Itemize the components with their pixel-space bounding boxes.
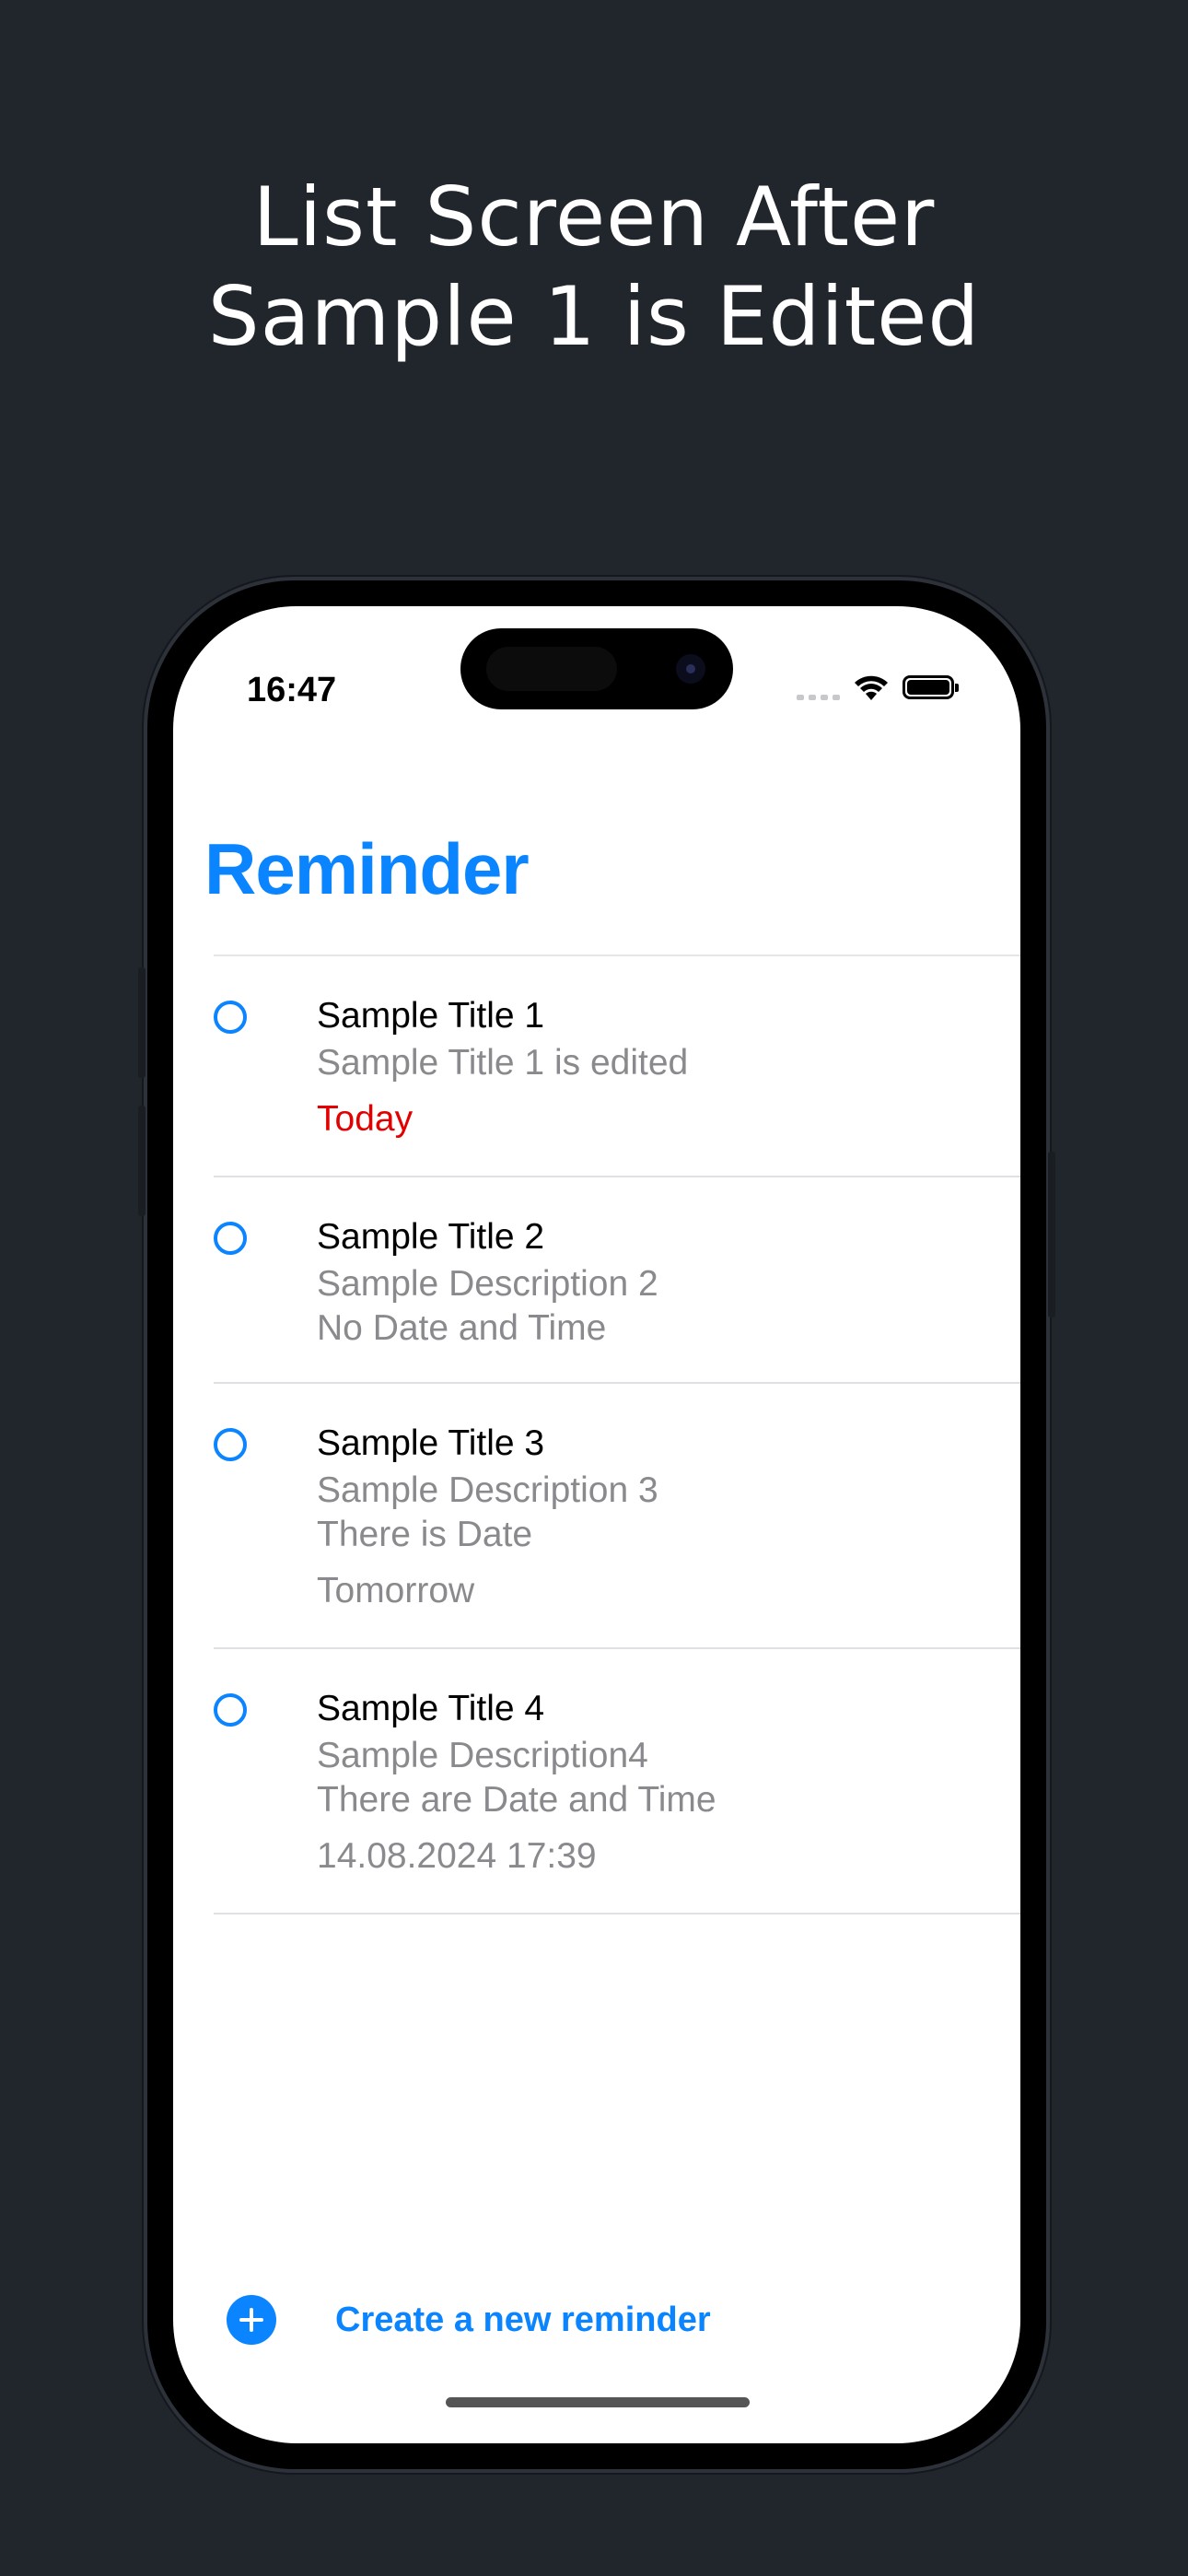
- reminder-row[interactable]: Sample Title 1 Sample Title 1 is edited …: [214, 956, 1020, 1177]
- status-time: 16:47: [247, 671, 337, 709]
- headline-line-1: List Screen After: [252, 170, 936, 264]
- reminder-row[interactable]: Sample Title 2 Sample Description 2 No D…: [214, 1177, 1020, 1384]
- complete-circle-icon[interactable]: [214, 1428, 247, 1461]
- reminder-title: Sample Title 1: [317, 996, 545, 1036]
- reminder-description: Sample Description4: [317, 1736, 648, 1775]
- battery-icon: [903, 675, 959, 699]
- complete-circle-icon[interactable]: [214, 1693, 247, 1727]
- reminder-description: Sample Description 2: [317, 1264, 658, 1304]
- reminder-title: Sample Title 4: [317, 1689, 545, 1728]
- status-indicators: [797, 671, 959, 704]
- reminder-note: There is Date: [317, 1515, 533, 1554]
- power-button: [1048, 1152, 1055, 1317]
- reminder-note: There are Date and Time: [317, 1780, 716, 1820]
- create-reminder-button[interactable]: Create a new reminder: [227, 2295, 711, 2345]
- reminder-date: Tomorrow: [317, 1571, 475, 1610]
- battery-level: [907, 680, 949, 695]
- plus-circle-icon[interactable]: [227, 2295, 276, 2345]
- headline: List Screen After Sample 1 is Edited: [0, 168, 1188, 367]
- reminder-date: Today: [317, 1099, 413, 1139]
- reminder-title: Sample Title 3: [317, 1423, 545, 1463]
- page-title: Reminder: [204, 828, 530, 909]
- reminder-row[interactable]: Sample Title 3 Sample Description 3 Ther…: [214, 1384, 1020, 1649]
- reminder-title: Sample Title 2: [317, 1217, 545, 1257]
- home-indicator[interactable]: [446, 2397, 750, 2407]
- reminder-note: No Date and Time: [317, 1308, 607, 1348]
- dynamic-island: [460, 628, 733, 709]
- headline-line-2: Sample 1 is Edited: [207, 269, 981, 364]
- create-reminder-label[interactable]: Create a new reminder: [335, 2301, 711, 2340]
- wifi-icon: [855, 675, 888, 700]
- volume-up-button: [138, 967, 146, 1078]
- reminder-content: Sample Title 1 Sample Title 1 is edited …: [214, 956, 1020, 1176]
- reminder-content: Sample Title 3 Sample Description 3 Ther…: [214, 1384, 1020, 1647]
- app-screen: 16:47 Reminder Sample Title 1 Sample Tit…: [173, 606, 1020, 2443]
- reminder-content: Sample Title 2 Sample Description 2 No D…: [214, 1177, 1020, 1382]
- reminder-description: Sample Title 1 is edited: [317, 1043, 689, 1083]
- reminder-description: Sample Description 3: [317, 1470, 658, 1510]
- reminder-content: Sample Title 4 Sample Description4 There…: [214, 1649, 1020, 1913]
- reminder-row[interactable]: Sample Title 4 Sample Description4 There…: [214, 1649, 1020, 1914]
- reminder-list: Sample Title 1 Sample Title 1 is edited …: [173, 956, 1020, 1914]
- island-sensor: [486, 647, 617, 691]
- volume-down-button: [138, 1106, 146, 1216]
- front-camera-icon: [676, 654, 705, 684]
- cellular-signal-icon: [797, 671, 840, 704]
- phone-frame: 16:47 Reminder Sample Title 1 Sample Tit…: [138, 580, 1055, 2469]
- complete-circle-icon[interactable]: [214, 1222, 247, 1255]
- reminder-date: 14.08.2024 17:39: [317, 1836, 597, 1876]
- complete-circle-icon[interactable]: [214, 1001, 247, 1034]
